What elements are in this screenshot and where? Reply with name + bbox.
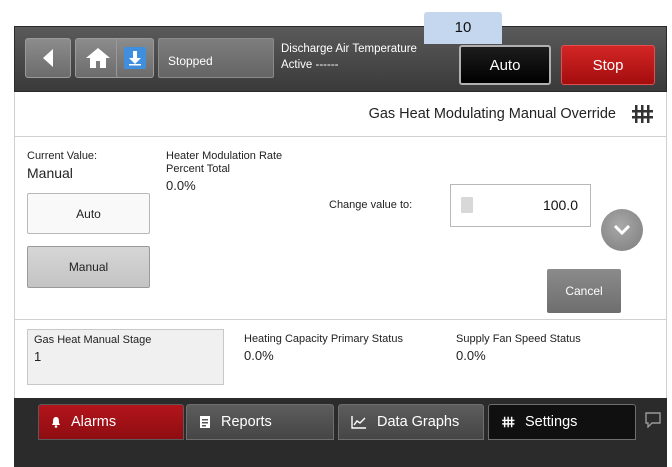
page-title: Gas Heat Modulating Manual Override (368, 106, 616, 122)
line-chart-icon (351, 416, 366, 429)
tab-reports-label: Reports (221, 414, 272, 430)
heating-capacity-label: Heating Capacity Primary Status (244, 333, 403, 345)
auto-mode-button[interactable]: Auto (459, 45, 551, 85)
point-label-line1: Heater Modulation Rate (166, 150, 283, 162)
unit-status-box[interactable]: Stopped (158, 38, 274, 78)
bell-icon (52, 417, 60, 428)
manual-stage-box[interactable]: Gas Heat Manual Stage 1 (27, 329, 224, 385)
change-value-input[interactable]: 100.0 (450, 184, 591, 227)
current-value-label: Current Value: (27, 150, 98, 162)
point-status-display: Discharge Air Temperature Active ------ (281, 41, 417, 73)
fan-speed-value: 0.0% (456, 348, 486, 363)
divider (15, 136, 666, 137)
change-value-label: Change value to: (329, 199, 413, 211)
calculator-icon (461, 197, 473, 213)
manual-stage-label: Gas Heat Manual Stage (34, 334, 152, 346)
manual-stage-value: 1 (34, 349, 42, 364)
current-value: Manual (27, 165, 73, 181)
tab-data-graphs-label: Data Graphs (377, 414, 460, 430)
tab-settings-label: Settings (525, 414, 578, 430)
override-panel: Gas Heat Modulating Manual Override Curr… (14, 92, 667, 398)
download-icon (124, 47, 146, 69)
cancel-button[interactable]: Cancel (547, 269, 621, 313)
auto-button[interactable]: Auto (27, 193, 150, 234)
back-button[interactable] (25, 38, 71, 78)
point-label-line2: Percent Total (166, 163, 231, 175)
tab-settings[interactable]: Settings (488, 404, 636, 440)
document-icon (200, 416, 210, 428)
chat-icon[interactable] (644, 412, 662, 428)
step-number-tab: 10 (424, 12, 502, 44)
tab-alarms-label: Alarms (71, 414, 117, 430)
settings-sliders-icon[interactable] (630, 102, 654, 126)
manual-button[interactable]: Manual (27, 246, 150, 288)
divider (15, 319, 666, 320)
home-button[interactable] (75, 38, 121, 78)
point-value: 0.0% (166, 178, 196, 193)
value-dropdown-button[interactable] (601, 209, 643, 251)
stop-button[interactable]: Stop (561, 45, 655, 85)
tab-alarms[interactable]: Alarms (38, 404, 184, 440)
back-arrow-icon (43, 49, 53, 67)
heating-capacity-value: 0.0% (244, 348, 274, 363)
home-icon (86, 48, 110, 68)
download-button[interactable] (116, 38, 154, 78)
top-toolbar: Stopped Discharge Air Temperature Active… (14, 26, 667, 92)
change-value: 100.0 (542, 197, 578, 213)
chevron-down-icon (613, 224, 631, 236)
tab-reports[interactable]: Reports (186, 404, 334, 440)
tab-data-graphs[interactable]: Data Graphs (338, 404, 484, 440)
footer-bar (14, 440, 667, 467)
point-name: Discharge Air Temperature (281, 43, 417, 55)
fan-speed-label: Supply Fan Speed Status (456, 333, 581, 345)
point-status: Active ------ (281, 59, 339, 71)
bottom-nav: Alarms Reports Data Graphs Settings (14, 398, 667, 440)
settings-sliders-icon (502, 416, 515, 428)
